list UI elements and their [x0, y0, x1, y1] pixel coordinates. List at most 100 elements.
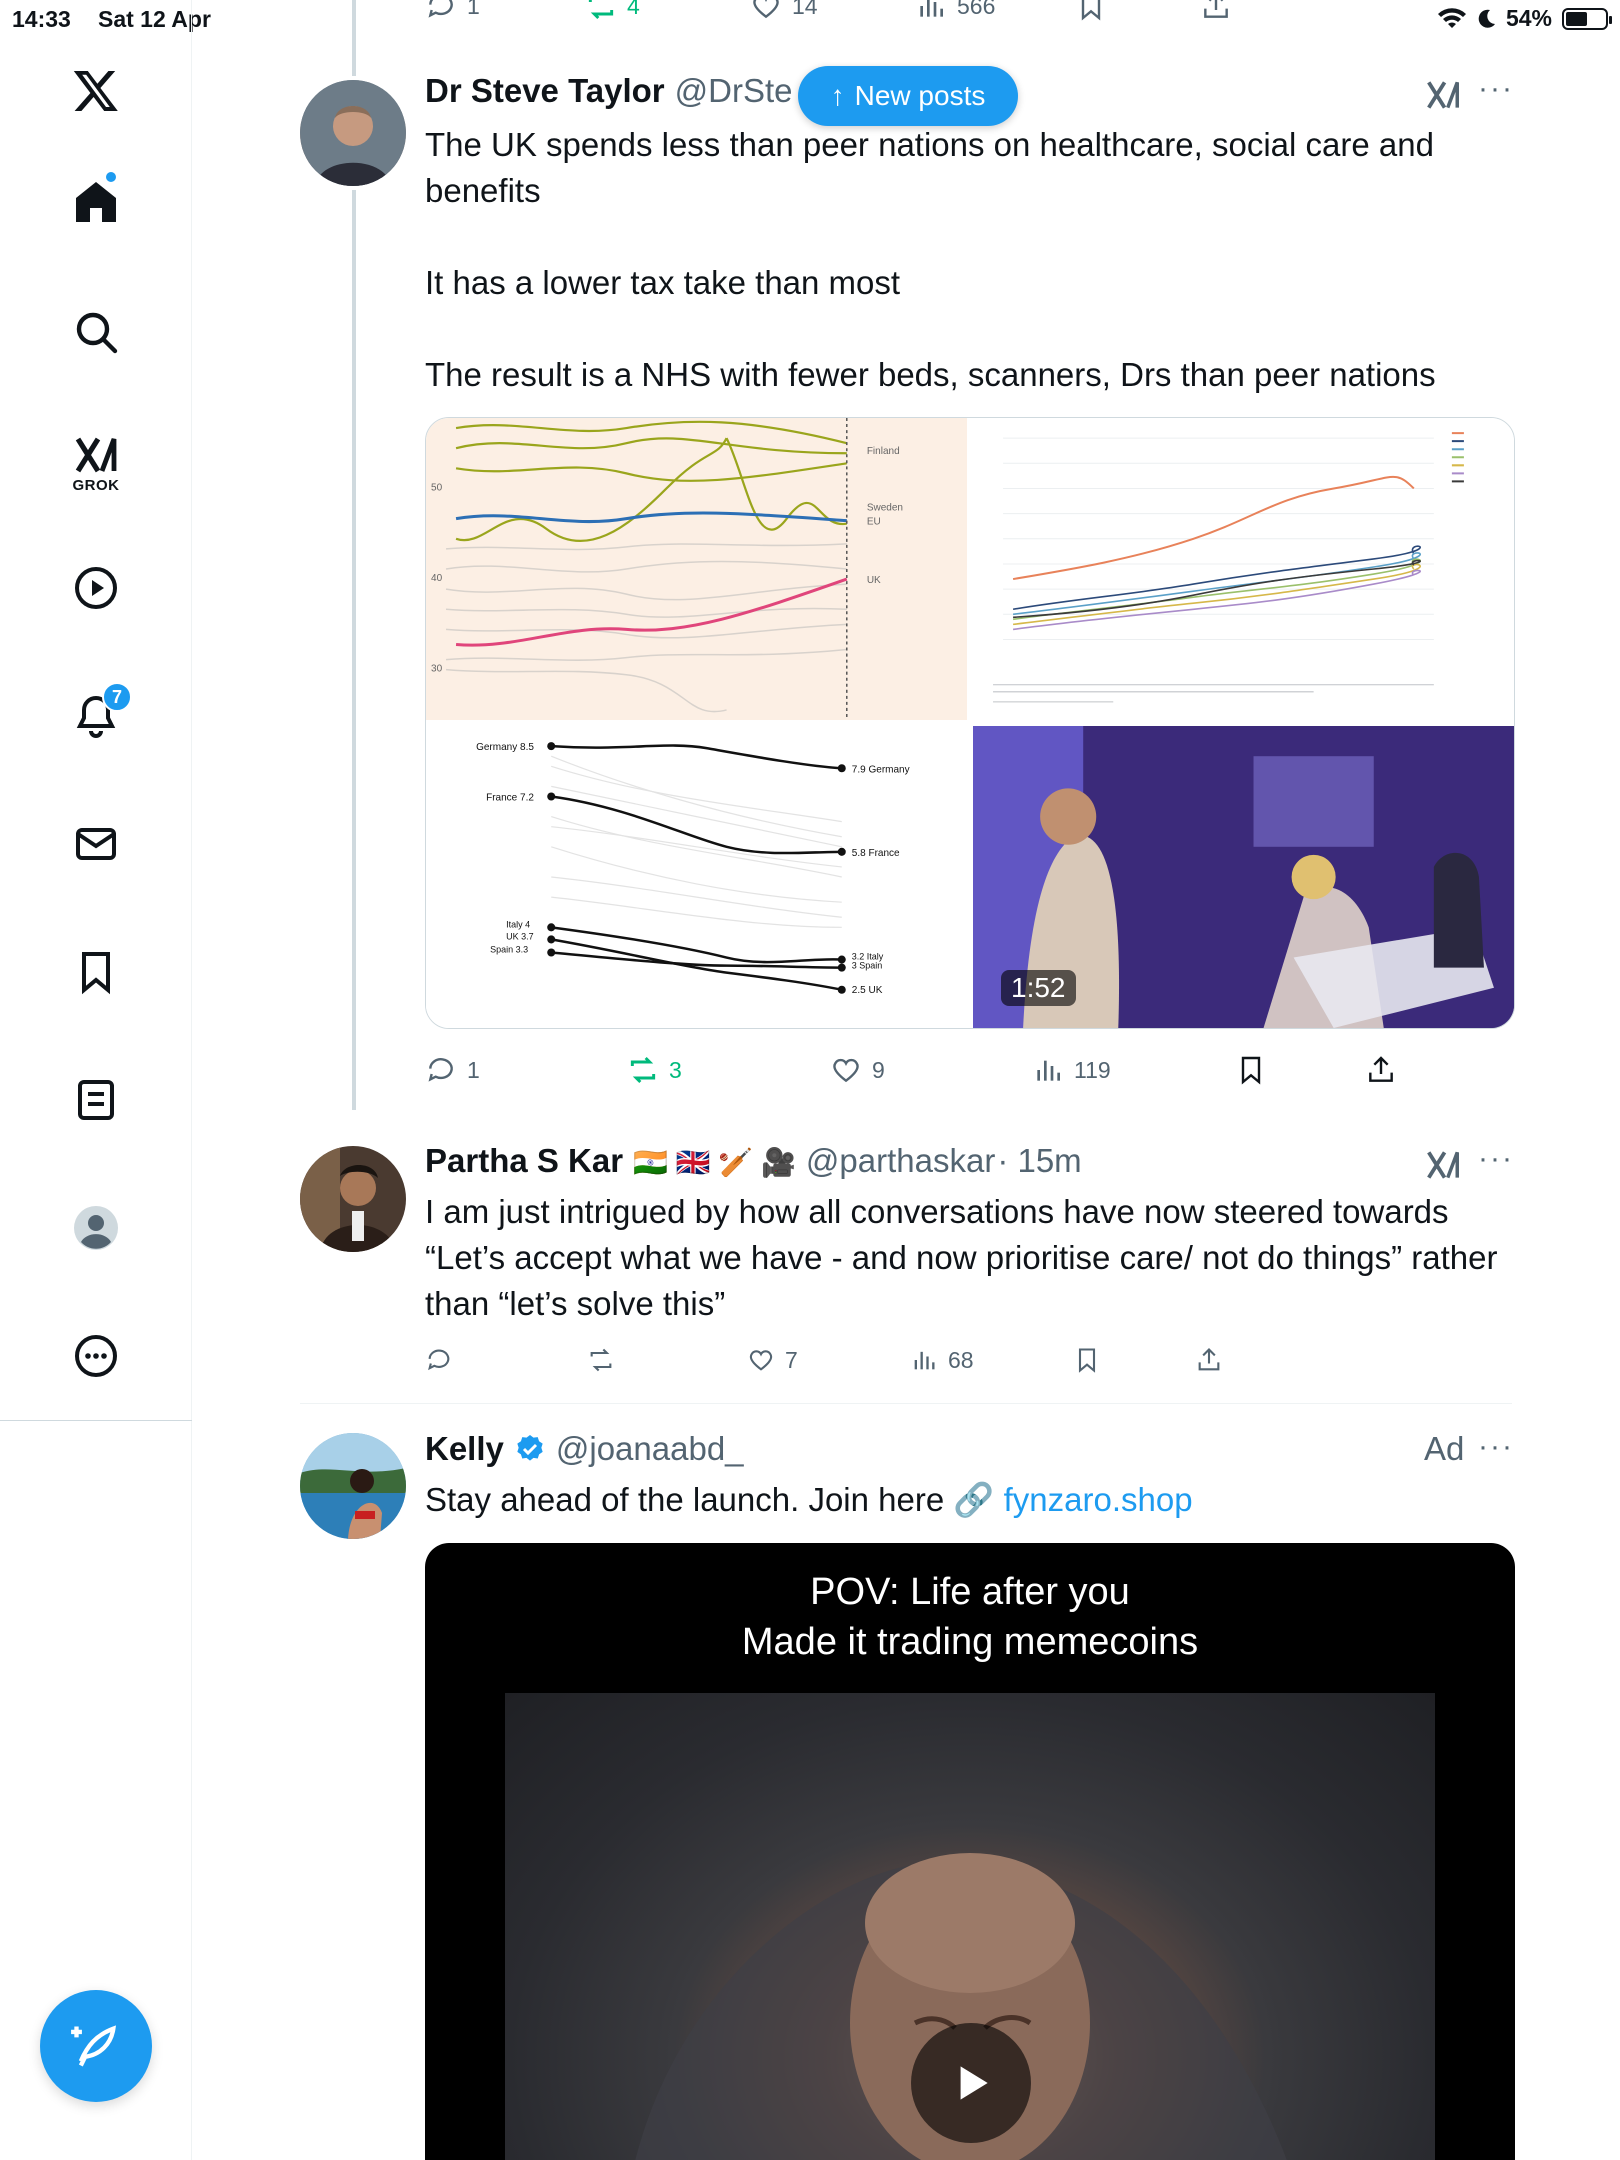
views-count: 68: [948, 1346, 974, 1373]
share-button[interactable]: [1200, 0, 1232, 22]
lists-icon[interactable]: [56, 1060, 136, 1140]
bookmarks-icon[interactable]: [56, 932, 136, 1012]
label-spain-end: 3 Spain: [852, 961, 883, 971]
more-options-icon[interactable]: ···: [1478, 1430, 1514, 1464]
tweet-time[interactable]: · 15m: [997, 1142, 1081, 1180]
grok-nav[interactable]: GROK: [56, 412, 136, 512]
reply-button[interactable]: [425, 1346, 463, 1374]
sidebar: GROK 7: [0, 0, 192, 2160]
bookmark-button[interactable]: [1075, 0, 1107, 22]
grok-icon[interactable]: [1424, 76, 1462, 114]
like-button[interactable]: 7: [747, 1346, 798, 1374]
avatar[interactable]: [300, 80, 406, 186]
repost-button[interactable]: 3: [627, 1054, 682, 1086]
tweet-header: Dr Steve Taylor @DrSte: [425, 72, 793, 110]
chart-peer-lines: [1012, 545, 1422, 631]
tweet-text: I am just intrigued by how all conversat…: [425, 1193, 1498, 1322]
share-button[interactable]: [1365, 1054, 1397, 1086]
display-name[interactable]: Partha S Kar: [425, 1142, 623, 1180]
display-name[interactable]: Dr Steve Taylor: [425, 72, 665, 110]
verified-badge-icon: [517, 1435, 543, 1461]
media-video-tv-studio[interactable]: 1:52: [973, 726, 1514, 1028]
repost-icon: [590, 1348, 612, 1372]
x-logo-icon[interactable]: [56, 50, 136, 130]
reply-button[interactable]: 1: [425, 1054, 480, 1086]
share-button[interactable]: [1195, 1346, 1223, 1374]
views-button[interactable]: 119: [1032, 1054, 1111, 1086]
notifications-bell-icon[interactable]: 7: [56, 676, 136, 756]
like-button[interactable]: 14: [750, 0, 818, 22]
media-image-beds-chart[interactable]: Germany 8.5 France 7.2 Italy 4 UK 3.7 Sp…: [426, 726, 967, 1028]
label-spain-start: Spain 3.3: [490, 944, 528, 954]
grok-icon: [75, 437, 117, 472]
play-button[interactable]: [911, 2023, 1031, 2143]
status-right: 54%: [1437, 5, 1612, 32]
new-posts-label: New posts: [854, 80, 986, 111]
like-count: 7: [785, 1346, 798, 1373]
chart-background-lines: [551, 755, 842, 928]
avatar[interactable]: [300, 1433, 406, 1539]
label-france-start: France 7.2: [486, 792, 534, 803]
media-image-tax-chart[interactable]: 50 40 30 Finland Sweden EU UK: [426, 418, 967, 720]
user-handle[interactable]: @parthaskar: [806, 1142, 995, 1180]
bookmark-icon: [1081, 0, 1101, 21]
chart-finland-lines: [455, 420, 848, 543]
home-icon[interactable]: [56, 162, 136, 242]
reply-button[interactable]: 1: [425, 0, 480, 22]
like-button[interactable]: 9: [830, 1054, 885, 1086]
user-handle[interactable]: @joanaabd_: [556, 1430, 744, 1468]
tweet-text: Stay ahead of the launch. Join here 🔗 fy…: [425, 1477, 1525, 1523]
more-options-icon[interactable]: ···: [1478, 72, 1514, 106]
messages-envelope-icon[interactable]: [56, 804, 136, 884]
repost-button[interactable]: 4: [585, 0, 640, 22]
grok-icon[interactable]: [1424, 1146, 1462, 1184]
views-button[interactable]: 68: [910, 1346, 974, 1374]
search-icon[interactable]: [56, 292, 136, 372]
new-posts-button[interactable]: ↑ New posts: [798, 66, 1018, 126]
ad-caption-line: POV: Life after you: [810, 1571, 1130, 1613]
ad-link[interactable]: fynzaro.shop: [1004, 1481, 1193, 1518]
video-duration: 1:52: [1001, 970, 1076, 1006]
battery-percent: 54%: [1505, 5, 1552, 31]
more-options-icon[interactable]: ···: [1478, 1142, 1514, 1176]
video-play-icon[interactable]: [56, 548, 136, 628]
avatar[interactable]: [300, 1146, 406, 1252]
reply-count: 1: [467, 1056, 480, 1083]
repost-icon: [588, 0, 614, 20]
heart-icon: [749, 1350, 773, 1371]
chart-background-lines: [445, 543, 847, 713]
display-name[interactable]: Kelly: [425, 1430, 504, 1468]
wifi-icon: [1437, 7, 1466, 28]
more-options-icon[interactable]: [56, 1316, 136, 1396]
label-finland: Finland: [867, 446, 900, 457]
label-germany-end: 7.9 Germany: [852, 764, 910, 775]
notifications-badge: 7: [102, 682, 132, 712]
bookmark-icon: [1241, 1056, 1261, 1085]
ad-caption-line: Made it trading memecoins: [741, 1621, 1199, 1663]
tweet-text-body: Stay ahead of the launch. Join here 🔗: [425, 1481, 1004, 1518]
bookmark-button[interactable]: [1073, 1346, 1101, 1374]
views-count: 566: [957, 0, 996, 19]
like-count: 14: [792, 0, 818, 19]
views-button[interactable]: 566: [915, 0, 995, 22]
media-image-health-spend-chart[interactable]: [973, 418, 1514, 720]
bookmark-button[interactable]: [1235, 1054, 1267, 1086]
ad-video-caption: POV: Life after you Made it trading meme…: [425, 1567, 1515, 1667]
views-bar-icon: [1037, 1060, 1060, 1081]
battery-icon: [1562, 7, 1612, 30]
label-germany-start: Germany 8.5: [476, 742, 534, 753]
reply-icon: [428, 1349, 450, 1371]
chart-legend: [1448, 426, 1504, 517]
ad-video[interactable]: POV: Life after you Made it trading meme…: [425, 1543, 1515, 2160]
compose-post-button[interactable]: [40, 1990, 152, 2102]
chart-gridlines: [1003, 437, 1434, 640]
thread-line: [352, 190, 356, 1110]
tweet-text-paragraph: The result is a NHS with fewer beds, sca…: [425, 356, 1436, 393]
profile-avatar-icon[interactable]: [56, 1188, 136, 1268]
beds-chart-svg: Germany 8.5 France 7.2 Italy 4 UK 3.7 Sp…: [476, 742, 910, 996]
battery-fill: [1566, 11, 1587, 26]
media-grid: 50 40 30 Finland Sweden EU UK Germany 8.…: [425, 417, 1515, 1029]
user-handle[interactable]: @DrSte: [675, 72, 793, 110]
repost-button[interactable]: [587, 1346, 625, 1374]
tweet-header: Partha S Kar 🇮🇳 🇬🇧 🏏 🎥 @parthaskar · 15m: [425, 1142, 1082, 1180]
